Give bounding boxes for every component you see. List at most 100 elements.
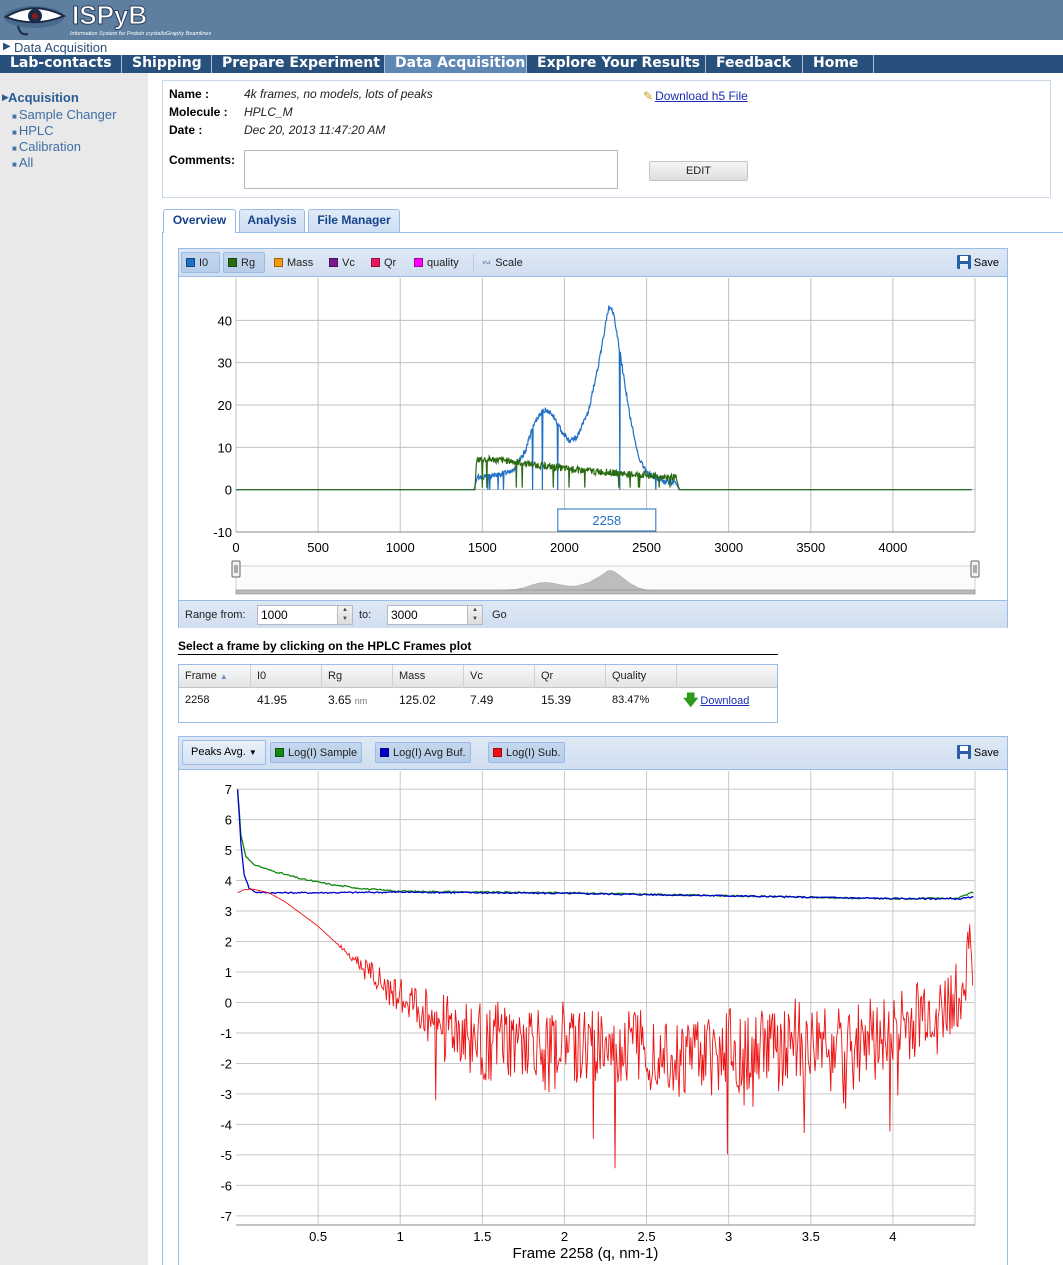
nav-item-data-acquisition[interactable]: Data Acquisition [385, 55, 527, 73]
toggle-label: Qr [384, 257, 397, 269]
vc-swatch-icon [329, 258, 338, 267]
nav-item-prepare-experiment[interactable]: Prepare Experiment [212, 55, 385, 73]
tab-file-manager[interactable]: File Manager [308, 209, 400, 232]
floppy-icon [956, 255, 971, 269]
x-tick-label: 3000 [714, 540, 743, 555]
col-header-qr[interactable]: Qr [535, 665, 606, 688]
hplc-frames-chart[interactable]: 0 500 1000 1500 2000 2500 3000 3500 4000-1001020… [179, 278, 1007, 600]
nav-item-lab-contacts[interactable]: Lab-contacts [0, 55, 122, 73]
y-tick-label: -2 [220, 1056, 232, 1071]
series-line-sample [236, 789, 974, 901]
toggle-quality-button[interactable]: quality [409, 252, 464, 273]
sub-swatch-icon [493, 748, 502, 757]
nav-item-shipping[interactable]: Shipping [122, 55, 212, 73]
scattering-curves-chart[interactable]: 0.5 1 1.5 2 2.5 3 3.5 4 -7 -6 -5 -4 -3 -2 -1 0 1 2 3 4 5 6 7 Fr… [179, 771, 1007, 1265]
y-tick-label: 2 [225, 935, 232, 950]
pencil-icon: ✎ [643, 89, 654, 103]
toggle-rg-button[interactable]: Rg [223, 252, 265, 273]
save-chart-button[interactable]: Save [956, 253, 999, 273]
cell-rg-value: 3.65 [328, 693, 352, 707]
sidebar-item-sample-changer[interactable]: ■ Sample Changer [12, 107, 116, 122]
frames-grid: Frame ▲ I0 Rg Mass Vc Qr Quality 2258 41… [178, 664, 778, 723]
sidebar-item-all[interactable]: ■ All [12, 155, 33, 170]
sample-swatch-icon [275, 748, 284, 757]
col-header-vc[interactable]: Vc [464, 665, 535, 688]
y-tick-label: 6 [225, 813, 232, 828]
y-tick-label: 10 [218, 440, 232, 455]
y-tick-label: 20 [218, 398, 232, 413]
toggle-vc-button[interactable]: Vc [324, 252, 360, 273]
toggle-log-sub-button[interactable]: Log(I) Sub. [488, 742, 566, 763]
spinner-arrows-icon[interactable]: ▲ ▼ [467, 606, 482, 624]
scale-button[interactable]: ∾ Scale [477, 252, 528, 273]
x-tick-label: 3.5 [802, 1229, 820, 1244]
selected-frame-marker[interactable]: 2258 [557, 508, 657, 532]
col-header-frame[interactable]: Frame ▲ [179, 665, 251, 688]
series-line-i0 [236, 305, 972, 491]
toggle-mass-button[interactable]: Mass [269, 252, 318, 273]
peaks-avg-dropdown[interactable]: Peaks Avg. ▼ [182, 740, 266, 765]
toggle-i0-button[interactable]: I0 [181, 252, 220, 273]
y-tick-label: 3 [225, 904, 232, 919]
comments-field[interactable] [244, 150, 618, 189]
sidebar-item-label: All [18, 155, 34, 170]
name-value: 4k frames, no models, lots of peaks [244, 87, 433, 101]
ispyb-logo[interactable]: ISPyB Information System for Protein cry… [0, 0, 270, 40]
download-frame-link[interactable]: Download [700, 695, 749, 707]
sidebar-item-calibration[interactable]: ■ Calibration [12, 139, 81, 154]
bullet-icon: ■ [12, 160, 17, 169]
range-to-field[interactable]: ▲▼ [387, 605, 483, 625]
tab-strip: Overview Analysis File Manager [162, 209, 1063, 233]
y-tick-label: 30 [218, 356, 232, 371]
nav-item-explore-results[interactable]: Explore Your Results [527, 55, 706, 73]
range-navigator[interactable] [231, 560, 980, 595]
toggle-log-buffer-button[interactable]: Log(I) Avg Buf. [375, 742, 471, 763]
range-from-input[interactable] [258, 606, 336, 624]
date-label: Date : [169, 123, 203, 137]
col-header-rg[interactable]: Rg [322, 665, 393, 688]
main-nav: Lab-contacts Shipping Prepare Experiment… [0, 55, 1063, 73]
y-tick-label: 5 [225, 843, 232, 858]
toggle-qr-button[interactable]: Qr [366, 252, 401, 273]
col-header-mass[interactable]: Mass [393, 665, 464, 688]
name-label: Name : [169, 87, 210, 101]
sidebar-item-hplc[interactable]: ■ HPLC [12, 123, 54, 138]
grid-header: Frame ▲ I0 Rg Mass Vc Qr Quality [179, 665, 777, 688]
cell-download: 🡇 Download [677, 689, 749, 711]
download-h5-link[interactable]: ✎ Download h5 File [643, 89, 748, 103]
sort-asc-icon: ▲ [219, 672, 228, 681]
x-tick-label: 0.5 [309, 1229, 327, 1244]
toggle-log-sample-button[interactable]: Log(I) Sample [270, 742, 363, 763]
range-from-field[interactable]: ▲▼ [257, 605, 353, 625]
y-tick-label: 0 [225, 995, 232, 1010]
sidebar-item-label: Sample Changer [18, 107, 117, 122]
go-button[interactable]: Go [492, 609, 507, 621]
buffer-swatch-icon [380, 748, 389, 757]
col-header-actions [677, 665, 777, 688]
y-tick-label: 1 [225, 965, 232, 980]
nav-item-home[interactable]: Home [803, 55, 874, 73]
range-to-input[interactable] [388, 606, 466, 624]
nav-item-feedback[interactable]: Feedback [706, 55, 803, 73]
toggle-label: quality [427, 257, 459, 269]
curves-toolbar: Peaks Avg. ▼ Log(I) Sample Log(I) Avg Bu… [179, 737, 1007, 770]
quality-swatch-icon [414, 258, 423, 267]
save-curves-button[interactable]: Save [956, 743, 999, 763]
col-frame-label: Frame [185, 670, 217, 682]
x-tick-label: 2500 [632, 540, 661, 555]
scale-label: Scale [495, 257, 523, 269]
save-label: Save [973, 747, 999, 759]
x-tick-label: 2000 [550, 540, 579, 555]
col-header-i0[interactable]: I0 [251, 665, 322, 688]
navigator-scrollbar [235, 589, 976, 595]
mass-swatch-icon [274, 258, 283, 267]
breadcrumb-label[interactable]: Data Acquisition [14, 40, 107, 55]
spinner-arrows-icon[interactable]: ▲ ▼ [337, 606, 352, 624]
floppy-icon [956, 745, 971, 759]
edit-button[interactable]: EDIT [649, 161, 748, 181]
tab-overview[interactable]: Overview [163, 209, 236, 233]
x-tick-label: 3 [725, 1229, 732, 1244]
col-header-quality[interactable]: Quality [606, 665, 677, 688]
tab-analysis[interactable]: Analysis [239, 209, 305, 232]
sidebar-heading[interactable]: Acquisition [8, 90, 79, 105]
